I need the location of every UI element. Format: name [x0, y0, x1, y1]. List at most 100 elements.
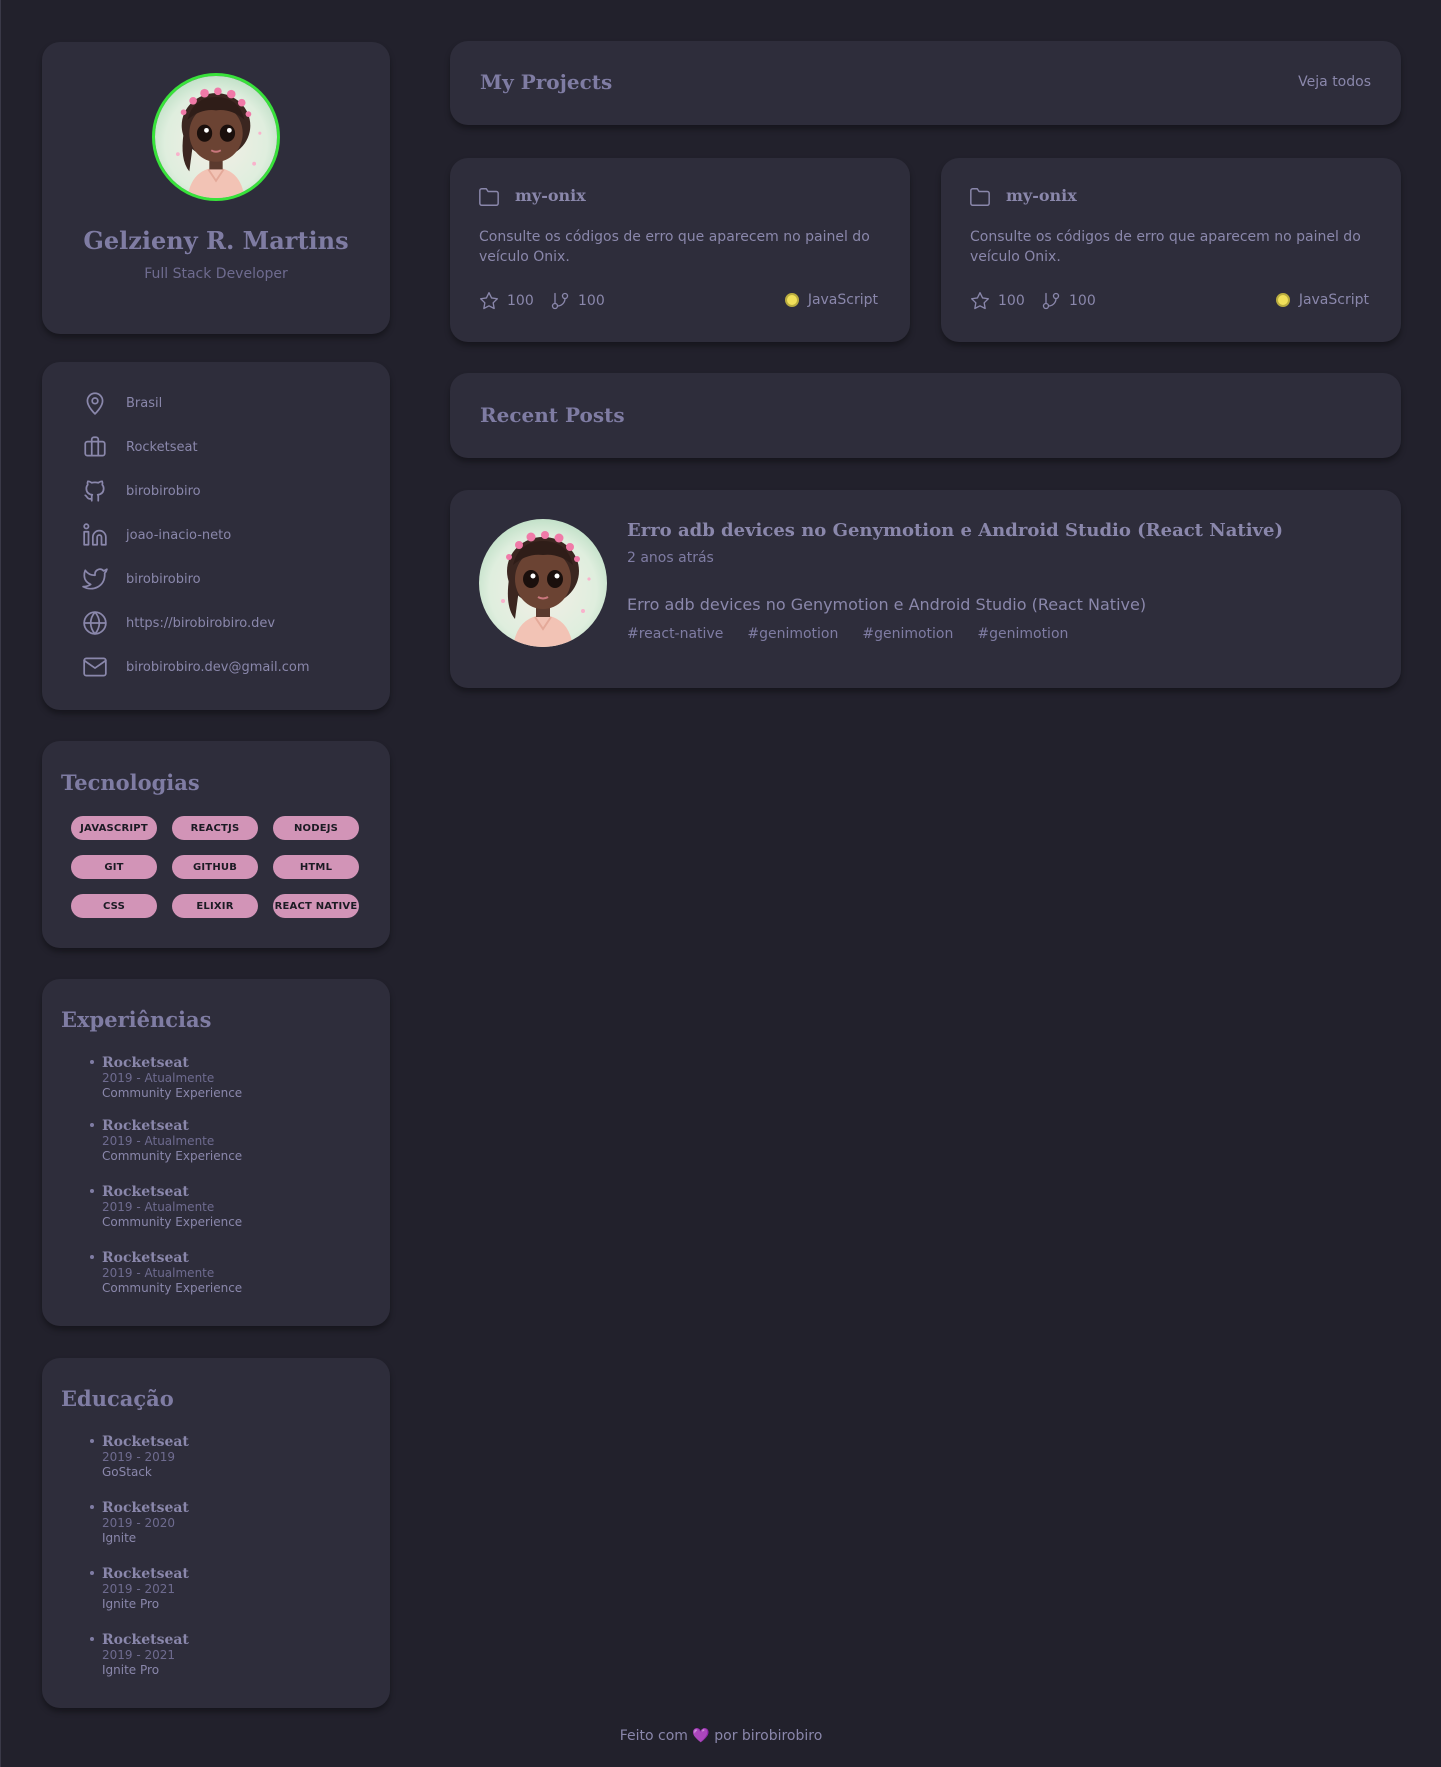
contact-website[interactable]: https://birobirobiro.dev: [82, 608, 275, 638]
forks-count: 100: [1069, 293, 1096, 309]
footer-prefix: Feito com: [619, 1728, 688, 1744]
stars-count: 100: [998, 293, 1025, 309]
education-org: Rocketseat: [102, 1632, 189, 1648]
education-period: 2019 - 2021: [102, 1582, 176, 1596]
post-tag[interactable]: #genimotion: [747, 626, 838, 642]
contact-linkedin[interactable]: joao-inacio-neto: [82, 520, 231, 550]
footer-suffix: por birobirobiro: [714, 1728, 823, 1744]
education-period: 2019 - 2021: [102, 1648, 176, 1662]
globe-icon: [83, 611, 107, 635]
contact-email-label[interactable]: birobirobiro.dev@gmail.com: [126, 660, 309, 675]
education-period: 2019 - 2020: [102, 1516, 176, 1530]
education-desc: Ignite Pro: [102, 1597, 160, 1611]
git-branch-icon: [551, 292, 569, 310]
project-forks: 100: [550, 291, 605, 311]
mail-icon: [83, 657, 107, 677]
experience-item: Rocketseat 2019 - Atualmente Community E…: [90, 1055, 242, 1101]
language-dot: [784, 293, 799, 307]
contact-twitter[interactable]: birobirobiro: [82, 564, 201, 594]
tech-tag: GITHUB: [172, 855, 258, 879]
education-org: Rocketseat: [102, 1500, 189, 1516]
education-item: Rocketseat 2019 - 2020 Ignite: [90, 1500, 189, 1546]
see-all-link[interactable]: Veja todos: [1298, 74, 1371, 90]
tech-tag: GIT: [71, 855, 157, 879]
posts-header: Recent Posts: [450, 373, 1401, 458]
tech-tag: JAVASCRIPT: [71, 816, 157, 840]
language-dot: [1275, 293, 1290, 307]
project-card[interactable]: my-onix Consulte os códigos de erro que …: [450, 158, 910, 342]
project-card[interactable]: my-onix Consulte os códigos de erro que …: [941, 158, 1401, 342]
experience-period: 2019 - Atualmente: [102, 1071, 215, 1085]
education-card: Educação Rocketseat 2019 - 2019 GoStack …: [42, 1358, 390, 1708]
post-tags: #react-native #genimotion #genimotion #g…: [627, 626, 1068, 642]
contact-company-label: Rocketseat: [126, 439, 198, 455]
forks-count: 100: [578, 293, 605, 309]
avatar: [152, 73, 280, 201]
experience-org: Rocketseat: [102, 1118, 189, 1134]
post-title[interactable]: Erro adb devices no Genymotion e Android…: [627, 520, 1283, 541]
experience-period: 2019 - Atualmente: [102, 1200, 215, 1214]
education-item: Rocketseat 2019 - 2021 Ignite Pro: [90, 1566, 189, 1612]
contact-twitter-label[interactable]: birobirobiro: [126, 572, 201, 587]
contact-github-label[interactable]: birobirobiro: [126, 484, 201, 499]
contact-info-card: Brasil Rocketseat birobirobiro joao-inac…: [42, 362, 390, 710]
experience-item: Rocketseat 2019 - Atualmente Community E…: [90, 1184, 243, 1230]
stars-count: 100: [507, 293, 534, 309]
education-item: Rocketseat 2019 - 2021 Ignite Pro: [90, 1632, 189, 1678]
profile-role: Full Stack Developer: [144, 266, 288, 282]
contact-linkedin-label[interactable]: joao-inacio-neto: [126, 528, 231, 543]
experience-desc: Community Experience: [102, 1281, 243, 1295]
github-icon: [84, 480, 105, 502]
post-card[interactable]: Erro adb devices no Genymotion e Android…: [450, 490, 1401, 688]
post-tag[interactable]: #react-native: [627, 626, 723, 642]
education-period: 2019 - 2019: [102, 1450, 176, 1464]
folder-icon: [970, 188, 990, 206]
experience-item: Rocketseat 2019 - Atualmente Community E…: [90, 1250, 243, 1296]
bullet: [90, 1189, 94, 1193]
bullet: [90, 1060, 94, 1064]
experience-desc: Community Experience: [102, 1215, 243, 1229]
experiences-title: Experiências: [61, 1007, 212, 1032]
tech-tag: CSS: [71, 894, 157, 918]
education-desc: GoStack: [102, 1465, 152, 1479]
profile-card: Gelzieny R. Martins Full Stack Developer: [42, 42, 390, 334]
contact-website-label[interactable]: https://birobirobiro.dev: [126, 616, 275, 631]
project-description: Consulte os códigos de erro que aparecem…: [479, 229, 870, 265]
tech-tag: REACTJS: [172, 816, 258, 840]
project-stars: 100: [970, 291, 1025, 311]
post-tag[interactable]: #genimotion: [862, 626, 953, 642]
bullet: [90, 1505, 94, 1509]
git-branch-icon: [1042, 292, 1060, 310]
technologies-card: Tecnologias JAVASCRIPT REACTJS NODEJS GI…: [42, 741, 390, 948]
star-icon: [971, 292, 989, 310]
bullet: [90, 1439, 94, 1443]
bullet: [90, 1571, 94, 1575]
twitter-icon: [82, 568, 108, 590]
experience-period: 2019 - Atualmente: [102, 1266, 215, 1280]
education-org: Rocketseat: [102, 1566, 189, 1582]
education-org: Rocketseat: [102, 1434, 189, 1450]
contact-github[interactable]: birobirobiro: [82, 476, 201, 506]
technologies-title: Tecnologias: [61, 770, 200, 795]
footer: Feito com 💜 por birobirobiro: [1, 1728, 1441, 1744]
post-excerpt: Erro adb devices no Genymotion e Android…: [627, 595, 1147, 614]
education-desc: Ignite Pro: [102, 1663, 160, 1677]
project-forks: 100: [1041, 291, 1096, 311]
language-label: JavaScript: [1298, 292, 1369, 308]
bullet: [90, 1123, 94, 1127]
experiences-card: Experiências Rocketseat 2019 - Atualment…: [42, 979, 390, 1326]
bullet: [90, 1637, 94, 1641]
contact-email[interactable]: birobirobiro.dev@gmail.com: [82, 652, 309, 682]
education-desc: Ignite: [102, 1531, 137, 1545]
project-name[interactable]: my-onix: [1006, 186, 1077, 205]
experience-desc: Community Experience: [102, 1149, 243, 1163]
folder-icon: [479, 188, 499, 206]
tech-tag: ELIXIR: [172, 894, 258, 918]
post-tag[interactable]: #genimotion: [977, 626, 1068, 642]
project-language: JavaScript: [784, 292, 878, 308]
project-name[interactable]: my-onix: [515, 186, 586, 205]
tech-tag: NODEJS: [273, 816, 359, 840]
profile-name: Gelzieny R. Martins: [83, 226, 349, 255]
experience-org: Rocketseat: [102, 1055, 189, 1071]
language-label: JavaScript: [807, 292, 878, 308]
